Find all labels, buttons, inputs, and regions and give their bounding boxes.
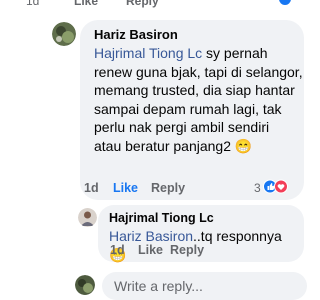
avatar xyxy=(75,275,95,295)
love-reaction-icon xyxy=(274,179,288,194)
reply-time[interactable]: 1d xyxy=(110,243,125,257)
comment-line: perlu nak pergi ambil sendiri xyxy=(94,119,270,135)
mention-link[interactable]: Hajrimal Tiong Lc xyxy=(94,45,202,61)
previous-comment-reply-button[interactable]: Reply xyxy=(126,0,159,8)
reaction-icon xyxy=(278,0,292,6)
comment-line: atau beratur panjang2 xyxy=(94,137,231,154)
reply-reply-button[interactable]: Reply xyxy=(170,243,204,257)
mention-link[interactable]: Hariz Basiron xyxy=(109,228,193,244)
comment-author[interactable]: Hariz Basiron xyxy=(94,27,178,42)
comment-line: renew guna bjak, tapi di selangor, xyxy=(94,63,303,80)
reply-input[interactable] xyxy=(102,272,307,300)
comment-line: sampai depam rumah lagi, tak xyxy=(94,100,282,117)
comment-time[interactable]: 1d xyxy=(84,181,99,195)
reactions[interactable] xyxy=(263,179,289,194)
like-button[interactable]: Like xyxy=(113,181,138,195)
reply-author[interactable]: Hajrimal Tiong Lc xyxy=(109,211,214,225)
comment-line: sy pernah xyxy=(206,45,268,61)
reply-line: ..tq responnya xyxy=(193,228,282,244)
smiley-emoji: 😁 xyxy=(234,137,253,154)
reply-like-button[interactable]: Like xyxy=(138,243,163,257)
comment-line: memang trusted, dia siap hantar xyxy=(94,82,295,98)
reply-button[interactable]: Reply xyxy=(151,181,185,195)
reaction-count[interactable]: 3 xyxy=(254,181,261,195)
avatar[interactable] xyxy=(52,22,76,46)
comment-text: Hajrimal Tiong Lc sy pernah renew guna b… xyxy=(94,44,304,155)
previous-comment-like-button[interactable]: Like xyxy=(74,0,98,8)
avatar[interactable] xyxy=(78,208,97,227)
previous-comment-time: 1d xyxy=(26,0,40,8)
